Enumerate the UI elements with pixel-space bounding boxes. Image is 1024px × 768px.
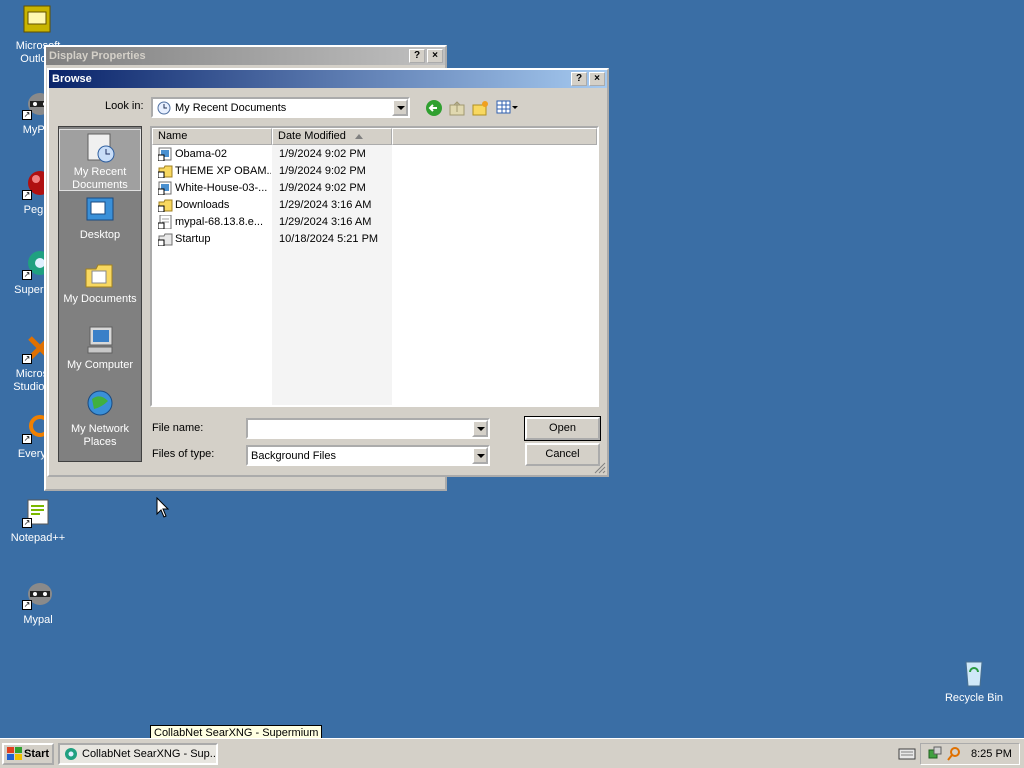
filetype-value: Background Files <box>251 449 336 462</box>
place-desktop[interactable]: Desktop <box>59 195 141 242</box>
desktop-icon-label: Recycle Bin <box>944 692 1004 704</box>
taskbar-button-label: CollabNet SearXNG - Sup... <box>82 748 218 760</box>
system-tray: 8:25 PM <box>920 743 1020 765</box>
filetype-label: Files of type: <box>152 448 215 460</box>
taskbar-button-searxng[interactable]: CollabNet SearXNG - Sup... <box>58 743 218 765</box>
recent-documents-icon <box>156 100 172 116</box>
mouse-cursor-icon <box>156 496 170 522</box>
display-properties-titlebar[interactable]: Display Properties ? × <box>46 47 445 65</box>
network-tray-icon[interactable] <box>927 746 943 765</box>
file-date: 1/9/2024 9:02 PM <box>279 165 366 177</box>
sort-ascending-icon <box>355 134 363 139</box>
browse-titlebar[interactable]: Browse ? × <box>49 70 607 88</box>
chevron-down-icon[interactable] <box>392 99 408 116</box>
open-button[interactable]: Open <box>524 416 601 441</box>
place-label: My Network Places <box>70 423 130 448</box>
place-label: My Computer <box>66 359 134 371</box>
raccoon-icon: ↗ <box>22 578 54 610</box>
help-button[interactable]: ? <box>571 72 587 86</box>
image-shortcut-icon <box>157 181 173 196</box>
network-places-icon <box>84 389 116 421</box>
desktop-icon-notepadpp[interactable]: ↗ Notepad++ <box>0 496 76 545</box>
recycle-bin-icon <box>958 656 990 688</box>
file-row[interactable]: Obama-02 1/9/2024 9:02 PM <box>154 146 554 163</box>
folder-shortcut-icon <box>157 198 173 213</box>
file-date: 1/9/2024 9:02 PM <box>279 148 366 160</box>
file-date: 10/18/2024 5:21 PM <box>279 233 379 245</box>
file-row[interactable]: Downloads 1/29/2024 3:16 AM <box>154 197 554 214</box>
file-list[interactable]: Name Date Modified Obama-02 1/9/2024 9:0… <box>150 126 599 407</box>
clock[interactable]: 8:25 PM <box>971 748 1012 760</box>
place-my-network-places[interactable]: My Network Places <box>59 389 141 449</box>
windows-logo-icon <box>7 747 22 767</box>
file-name: Downloads <box>175 199 230 211</box>
place-label: Desktop <box>79 229 121 241</box>
notepadpp-icon: ↗ <box>22 496 54 528</box>
file-name: Obama-02 <box>175 148 227 160</box>
chevron-down-icon[interactable] <box>472 447 488 464</box>
place-label: My Documents <box>63 293 137 305</box>
file-shortcut-icon <box>157 214 173 230</box>
help-button[interactable]: ? <box>409 49 425 63</box>
desktop-icon-recycle-bin[interactable]: Recycle Bin <box>936 656 1012 705</box>
close-button[interactable]: × <box>589 72 605 86</box>
start-label: Start <box>24 748 50 760</box>
file-date: 1/9/2024 9:02 PM <box>279 182 366 194</box>
desktop-icon-label: Mypal <box>23 614 53 626</box>
place-my-computer[interactable]: My Computer <box>59 325 141 372</box>
filename-label: File name: <box>152 422 204 434</box>
file-row[interactable]: THEME XP OBAM... 1/9/2024 9:02 PM <box>154 163 554 180</box>
taskbar: Start CollabNet SearXNG - Sup... 8:25 PM <box>0 738 1024 768</box>
image-shortcut-icon <box>157 147 173 162</box>
filetype-combo[interactable]: Background Files <box>246 445 490 466</box>
search-tray-icon[interactable] <box>946 746 962 765</box>
back-icon[interactable] <box>425 99 443 120</box>
column-header-blank <box>392 128 597 145</box>
file-name: Startup <box>175 233 211 245</box>
close-button[interactable]: × <box>427 49 443 63</box>
file-name: White-House-03-... <box>175 182 268 194</box>
place-my-documents[interactable]: My Documents <box>59 259 141 306</box>
keyboard-icon[interactable] <box>898 747 916 764</box>
start-button[interactable]: Start <box>2 743 54 765</box>
outlook-icon <box>22 4 54 36</box>
file-name: THEME XP OBAM... <box>175 165 271 177</box>
place-my-recent-documents[interactable]: My Recent Documents <box>59 129 141 191</box>
up-folder-icon[interactable] <box>448 99 466 120</box>
cancel-button[interactable]: Cancel <box>525 443 600 466</box>
file-row[interactable]: mypal-68.13.8.e... 1/29/2024 3:16 AM <box>154 214 554 231</box>
file-date: 1/29/2024 3:16 AM <box>279 199 372 211</box>
file-row[interactable]: White-House-03-... 1/9/2024 9:02 PM <box>154 180 554 197</box>
supermium-icon <box>64 747 78 763</box>
resize-grip-icon[interactable] <box>594 462 606 477</box>
my-documents-icon <box>84 259 116 291</box>
folder-shortcut-icon <box>157 232 173 247</box>
view-menu-icon[interactable] <box>496 100 520 119</box>
file-row[interactable]: Startup 10/18/2024 5:21 PM <box>154 231 554 248</box>
column-header-name[interactable]: Name <box>152 128 272 145</box>
desktop-icon <box>84 195 116 227</box>
recent-documents-icon <box>84 132 116 164</box>
lookin-label: Look in: <box>105 100 144 112</box>
window-title: Display Properties <box>49 50 146 62</box>
places-bar: My Recent Documents Desktop My Documents… <box>58 126 142 462</box>
dialog-title: Browse <box>52 73 92 85</box>
folder-shortcut-icon <box>157 164 173 179</box>
file-date: 1/29/2024 3:16 AM <box>279 216 372 228</box>
file-name: mypal-68.13.8.e... <box>175 216 264 228</box>
desktop-icon-mypal-2[interactable]: ↗ Mypal <box>0 578 76 627</box>
lookin-value: My Recent Documents <box>175 101 287 114</box>
my-computer-icon <box>84 325 116 357</box>
desktop-icon-label: Notepad++ <box>10 532 66 544</box>
filename-combo[interactable] <box>246 418 490 439</box>
column-header-date-modified[interactable]: Date Modified <box>272 128 392 145</box>
lookin-combo[interactable]: My Recent Documents <box>151 97 410 118</box>
new-folder-icon[interactable] <box>471 99 489 120</box>
place-label: My Recent Documents <box>72 166 128 191</box>
chevron-down-icon[interactable] <box>472 420 488 437</box>
